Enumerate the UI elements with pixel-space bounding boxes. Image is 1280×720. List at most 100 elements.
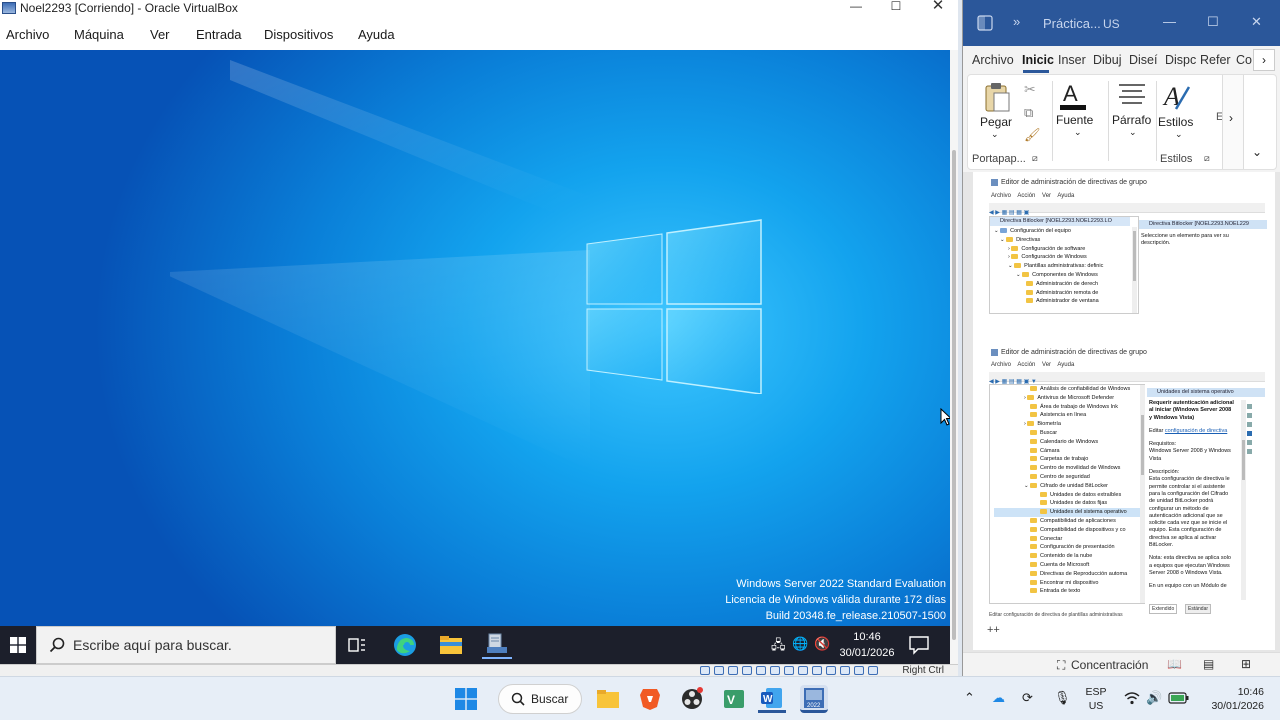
print-layout-icon[interactable]: ▤ — [1203, 657, 1214, 671]
hard-disk-status-icon[interactable] — [700, 666, 710, 675]
gpe-screenshot-1[interactable]: Editor de administración de directivas d… — [987, 176, 1267, 316]
battery-icon[interactable] — [1168, 691, 1190, 705]
tabs-scroll-right-icon[interactable]: › — [1253, 49, 1275, 71]
guest-volume-icon[interactable]: 🔇 — [814, 636, 830, 652]
tab-inicio[interactable]: Inicic — [1022, 53, 1054, 67]
host-key-status-icon[interactable] — [868, 666, 878, 675]
file-explorer-taskbar-button[interactable] — [594, 685, 622, 713]
tree-node[interactable]: Administración remota de — [994, 289, 1132, 298]
guest-start-button[interactable] — [0, 626, 36, 664]
tree-node[interactable]: Carpetas de trabajo — [994, 455, 1140, 464]
tree-node[interactable]: ⌄ Configuración del equipo — [994, 227, 1132, 236]
paragraph-dropdown-icon[interactable]: ⌄ — [1129, 127, 1137, 138]
menu-ver[interactable]: Ver — [150, 27, 170, 42]
tree-node[interactable]: Centro de seguridad — [994, 473, 1140, 482]
gpe-screenshot-2[interactable]: Editor de administración de directivas d… — [987, 346, 1267, 618]
user-initials[interactable]: US — [1103, 17, 1120, 31]
paste-dropdown-icon[interactable]: ⌄ — [991, 129, 999, 140]
tree-node[interactable]: › Configuración de Windows — [994, 253, 1132, 262]
tab-archivo[interactable]: Archivo — [972, 53, 1014, 67]
host-clock[interactable]: 10:46 30/01/2026 — [1198, 685, 1264, 713]
tab-insertar[interactable]: Inser — [1058, 53, 1086, 67]
microphone-icon[interactable]: 🎙 — [1054, 690, 1071, 706]
obs-taskbar-button[interactable] — [678, 685, 706, 713]
tree-node[interactable]: Cuenta de Microsoft — [994, 561, 1140, 570]
mouse-integration-status-icon[interactable] — [826, 666, 836, 675]
gpe2-menu-accion[interactable]: Acción — [1017, 362, 1035, 368]
font-icon[interactable]: A — [1058, 81, 1088, 111]
paste-button[interactable]: Pegar — [980, 115, 1012, 129]
tree-node[interactable]: › Biometría — [994, 420, 1140, 429]
scrollbar-thumb[interactable] — [952, 150, 956, 640]
gpe1-menu-accion[interactable]: Acción — [1017, 193, 1035, 199]
tree-node[interactable]: › Antivirus de Microsoft Defender — [994, 394, 1140, 403]
tree-node[interactable]: Cámara — [994, 447, 1140, 456]
word-taskbar-button[interactable]: W — [758, 685, 786, 713]
tree-node[interactable]: Unidades de datos fijas — [994, 499, 1140, 508]
tab-dibujar[interactable]: Dibuj — [1093, 53, 1122, 67]
ribbon-expand-chevron-down-icon[interactable]: ⌄ — [1252, 145, 1262, 159]
vbox-titlebar[interactable]: Noel2293 [Corriendo] - Oracle VirtualBox… — [0, 0, 958, 16]
file-explorer-taskbar-button[interactable] — [436, 631, 466, 659]
tree-node[interactable]: Área de trabajo de Windows Ink — [994, 403, 1140, 412]
gpe1-tree-scrollbar[interactable] — [1132, 227, 1137, 313]
menu-ayuda[interactable]: Ayuda — [358, 27, 395, 42]
server-manager-taskbar-button[interactable] — [482, 631, 512, 659]
usb-status-icon[interactable] — [756, 666, 766, 675]
gpe1-tree-pane[interactable]: Directiva Bitlocker [NOEL2293.NOEL2293.L… — [989, 216, 1139, 314]
optical-drive-status-icon[interactable] — [714, 666, 724, 675]
tree-node[interactable]: Conectar — [994, 535, 1140, 544]
gpe2-edit-policy-link[interactable]: configuración de directiva — [1165, 428, 1227, 434]
read-mode-icon[interactable]: 📖 — [1167, 657, 1182, 671]
guest-language-icon[interactable]: 🌐 — [792, 636, 808, 652]
brave-taskbar-button[interactable] — [636, 685, 664, 713]
tree-node[interactable]: Encontrar mi dispositivo — [994, 579, 1140, 588]
network-status-icon[interactable] — [742, 666, 752, 675]
document-area[interactable]: Editor de administración de directivas d… — [963, 172, 1280, 652]
tree-node[interactable]: › Configuración de software — [994, 245, 1132, 254]
audio-status-icon[interactable] — [728, 666, 738, 675]
tree-node[interactable]: Unidades de datos extraíbles — [994, 491, 1140, 500]
minimize-button[interactable]: — — [836, 0, 876, 16]
tree-node[interactable]: ⌄ Componentes de Windows — [994, 271, 1132, 280]
volume-icon[interactable]: 🔊 — [1146, 690, 1162, 706]
tree-node[interactable]: Buscar — [994, 429, 1140, 438]
word-maximize-button[interactable]: ☐ — [1207, 14, 1219, 30]
menu-entrada[interactable]: Entrada — [196, 27, 242, 42]
document-page[interactable]: Editor de administración de directivas d… — [973, 172, 1275, 650]
tree-node[interactable]: Análisis de confiabilidad de Windows — [994, 385, 1140, 394]
tab-diseno[interactable]: Diseí — [1129, 53, 1157, 67]
onedrive-icon[interactable]: ☁ — [992, 690, 1005, 706]
host-search-button[interactable]: Buscar — [498, 684, 582, 714]
paragraph-icon[interactable] — [1118, 83, 1146, 105]
styles-icon[interactable]: A — [1162, 81, 1192, 113]
tab-referencias[interactable]: Refer — [1200, 53, 1231, 67]
host-start-button[interactable] — [452, 685, 480, 713]
shared-folders-status-icon[interactable] — [770, 666, 780, 675]
sync-icon[interactable]: ⟳ — [1022, 690, 1033, 706]
copy-icon[interactable]: ⧉ — [1024, 105, 1033, 121]
gpe2-settings-list-column[interactable] — [1247, 400, 1265, 600]
arrow-status-icon[interactable] — [854, 666, 864, 675]
display-status-icon[interactable] — [784, 666, 794, 675]
word-titlebar[interactable]: » Práctica... US — ☐ ✕ — [963, 0, 1280, 46]
menu-archivo[interactable]: Archivo — [6, 27, 49, 42]
tree-node[interactable]: Compatibilidad de dispositivos y co — [994, 526, 1140, 535]
keyboard-status-icon[interactable] — [840, 666, 850, 675]
tree-node[interactable]: Administración de derech — [994, 280, 1132, 289]
vbox-vertical-scrollbar[interactable] — [950, 50, 958, 664]
task-view-button[interactable] — [342, 631, 372, 659]
virtualbox-taskbar-button[interactable]: 2022 — [800, 685, 828, 713]
tree-node[interactable]: Configuración de presentación — [994, 543, 1140, 552]
gpe2-menu-ayuda[interactable]: Ayuda — [1057, 362, 1074, 368]
font-dropdown-icon[interactable]: ⌄ — [1074, 127, 1082, 138]
paragraph-button[interactable]: Párrafo — [1112, 113, 1151, 127]
quick-access-chevron-icon[interactable]: » — [1013, 14, 1020, 29]
focus-mode-button[interactable]: Concentración — [1071, 658, 1148, 672]
visio-taskbar-button[interactable]: V — [720, 685, 748, 713]
tree-node[interactable]: Contenido de la nube — [994, 552, 1140, 561]
tree-node[interactable]: Calendario de Windows — [994, 438, 1140, 447]
gpe2-tree-pane[interactable]: Análisis de confiabilidad de Windows › A… — [989, 384, 1145, 604]
recording-status-icon[interactable] — [798, 666, 808, 675]
styles-button[interactable]: Estilos — [1158, 115, 1193, 129]
